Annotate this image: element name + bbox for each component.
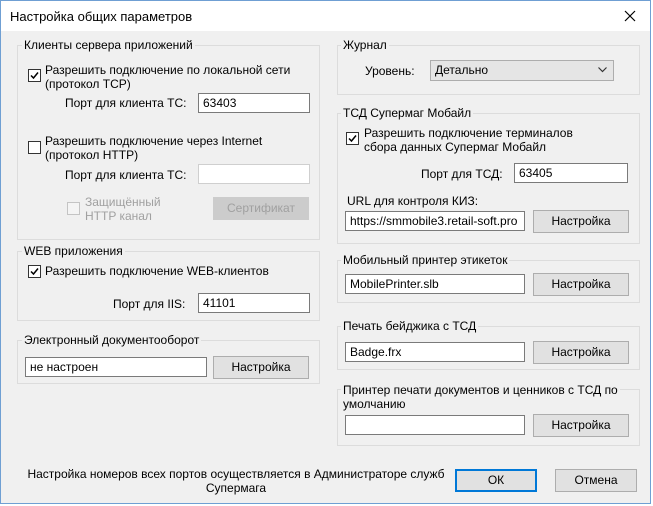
checkmark-icon [348, 135, 357, 143]
ok-button[interactable]: ОК [455, 469, 537, 492]
level-label: Уровень: [365, 64, 415, 78]
tcp-port-field[interactable]: 63403 [198, 93, 310, 113]
http-port-label: Порт для клиента ТС: [65, 168, 187, 182]
kiz-url-field[interactable]: https://smmobile3.retail-soft.pro [345, 211, 525, 231]
kiz-settings-button[interactable]: Настройка [533, 210, 629, 233]
certificate-button[interactable]: Сертификат [213, 197, 309, 220]
iis-port-label: Порт для IIS: [113, 297, 186, 311]
mobile-printer-title: Мобильный принтер этикеток [341, 253, 510, 267]
tcp-port-label: Порт для клиента ТС: [65, 96, 187, 110]
mobile-printer-settings-button[interactable]: Настройка [533, 273, 629, 296]
edo-settings-button[interactable]: Настройка [213, 356, 309, 379]
close-button[interactable] [620, 6, 640, 26]
doc-printer-settings-button[interactable]: Настройка [533, 414, 629, 437]
kiz-url-label: URL для контроля КИЗ: [347, 194, 479, 208]
doc-printer-field[interactable] [345, 415, 525, 435]
level-dropdown-value: Детально [435, 63, 488, 77]
web-apps-title: WEB приложения [22, 244, 125, 258]
mobile-printer-field[interactable]: MobilePrinter.slb [345, 274, 525, 294]
badge-settings-button[interactable]: Настройка [533, 341, 629, 364]
settings-dialog: Настройка общих параметров Клиенты серве… [0, 0, 651, 504]
doc-printer-title: Принтер печати документов и ценников с Т… [341, 383, 620, 411]
tsd-port-field[interactable]: 63405 [514, 163, 628, 183]
internet-checkbox[interactable] [28, 141, 41, 154]
edo-title: Электронный документооборот [22, 333, 202, 347]
web-clients-checkbox[interactable] [28, 265, 41, 278]
window-title: Настройка общих параметров [10, 9, 193, 24]
secure-channel-checkbox[interactable] [67, 202, 80, 215]
lan-checkbox-label: Разрешить подключение по локальной сети … [45, 63, 291, 91]
journal-title: Журнал [341, 38, 389, 52]
lan-checkbox[interactable] [28, 69, 41, 82]
checkmark-icon [30, 268, 39, 276]
tsd-allow-label: Разрешить подключение терминалов сбора д… [364, 126, 573, 154]
checkmark-icon [30, 72, 39, 80]
app-clients-title: Клиенты сервера приложений [22, 38, 195, 52]
cancel-button[interactable]: Отмена [555, 469, 637, 492]
level-dropdown[interactable]: Детально [430, 60, 614, 81]
edo-status-field: не настроен [25, 357, 207, 377]
http-port-field[interactable] [198, 164, 310, 184]
tsd-port-label: Порт для ТСД: [421, 167, 503, 181]
close-icon [624, 10, 636, 22]
badge-title: Печать бейджика с ТСД [341, 319, 479, 333]
iis-port-field[interactable]: 41101 [198, 293, 310, 313]
title-bar: Настройка общих параметров [1, 1, 650, 31]
chevron-down-icon [598, 67, 607, 73]
ports-note: Настройка номеров всех портов осуществля… [27, 467, 445, 495]
tsd-allow-checkbox[interactable] [346, 132, 359, 145]
web-clients-label: Разрешить подключение WEB-клиентов [45, 264, 269, 278]
internet-checkbox-label: Разрешить подключение через Internet (пр… [45, 134, 263, 162]
tsd-title: ТСД Супермаг Мобайл [341, 106, 474, 120]
badge-field[interactable]: Badge.frx [345, 342, 525, 362]
secure-channel-label: Защищённый HTTP канал [85, 195, 161, 223]
